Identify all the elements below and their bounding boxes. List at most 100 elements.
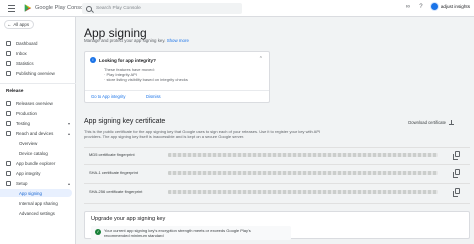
download-icon	[449, 120, 454, 125]
statistics-icon	[6, 60, 11, 66]
notice-body: These features have moved: · Play Integr…	[104, 67, 188, 83]
bundle-icon	[6, 160, 11, 166]
sidebar-item-label: Internal app sharing	[19, 200, 58, 206]
chevron-down-icon: ▾	[67, 120, 70, 126]
help-icon[interactable]: ?	[417, 3, 425, 11]
sidebar-item-label: Statistics	[16, 60, 34, 66]
inbox-icon	[6, 50, 11, 56]
dashboard-icon	[6, 40, 11, 46]
dismiss-button[interactable]: Dismiss	[146, 94, 161, 99]
sidebar-item-app-signing[interactable]: App signing	[0, 189, 72, 197]
account-switcher[interactable]: adjust insights	[429, 2, 470, 11]
releases-icon	[6, 100, 11, 106]
redacted-value	[168, 190, 438, 194]
sidebar-item-testing[interactable]: Testing ▾	[0, 119, 74, 127]
download-certificate-label: Download certificate	[408, 120, 446, 125]
back-arrow-icon: ←	[7, 22, 12, 27]
integrity-icon	[6, 170, 11, 176]
show-more-link[interactable]: Show more	[167, 38, 189, 43]
page-subtitle: Manage and protect your app signing key.…	[84, 38, 189, 43]
top-icons: ∞ ? adjust insights	[404, 2, 470, 11]
sidebar-item-label: Advanced settings	[19, 210, 55, 216]
sidebar-item-label: App integrity	[16, 170, 41, 176]
fingerprint-value[interactable]	[166, 150, 446, 160]
google-play-icon	[24, 4, 32, 12]
setup-icon	[6, 180, 11, 186]
fingerprint-label: MD5 certificate fingerprint	[89, 152, 135, 157]
copy-icon[interactable]	[453, 169, 460, 178]
upgrade-status-text: Your current app signing key's encryptio…	[104, 228, 251, 238]
sidebar-item-label: Overview	[19, 140, 38, 146]
fingerprint-value[interactable]	[166, 187, 446, 197]
upgrade-key-heading: Upgrade your app signing key	[91, 216, 166, 222]
row-divider	[84, 183, 470, 184]
sidebar-item-releases-overview[interactable]: Releases overview	[0, 99, 74, 107]
chevron-up-icon: ▴	[67, 180, 70, 186]
app-signing-key-heading: App signing key certificate	[84, 118, 166, 125]
sidebar-item-advanced-settings[interactable]: Advanced settings	[0, 209, 74, 217]
download-certificate-button[interactable]: Download certificate	[408, 120, 454, 125]
search-icon	[86, 5, 92, 12]
row-divider	[84, 203, 470, 204]
top-bar: Google Play Console Search Play Console …	[0, 0, 474, 17]
fingerprint-value[interactable]	[166, 168, 446, 178]
sidebar-item-setup[interactable]: Setup ▴	[0, 179, 74, 187]
avatar	[429, 2, 439, 11]
copy-icon[interactable]	[453, 188, 460, 197]
production-icon	[6, 110, 11, 116]
app-name: Google Play Console	[35, 5, 88, 11]
sidebar-item-label: Publishing overview	[16, 70, 55, 76]
upgrade-status-message: ✓ Your current app signing key's encrypt…	[91, 226, 291, 240]
copy-icon[interactable]	[453, 151, 460, 160]
account-name: adjust insights	[440, 4, 470, 9]
sidebar-item-overview[interactable]: Overview	[0, 139, 74, 147]
sidebar-item-inbox[interactable]: Inbox	[0, 49, 74, 57]
sidebar-item-label: Production	[16, 110, 37, 116]
notice-title: Looking for app integrity?	[99, 58, 156, 63]
sidebar-item-internal-app-sharing[interactable]: Internal app sharing	[0, 199, 74, 207]
all-apps-button[interactable]: ← All apps	[4, 20, 35, 29]
sha256-fingerprint-row: SHA-256 certificate fingerprint	[84, 185, 470, 199]
search-input[interactable]: Search Play Console	[82, 3, 242, 14]
sidebar-item-reach-and-devices[interactable]: Reach and devices ▴	[0, 129, 74, 137]
sidebar-item-production[interactable]: Production	[0, 109, 74, 117]
publishing-icon	[6, 70, 11, 76]
upgrade-key-card: Upgrade your app signing key ✓ Your curr…	[84, 211, 470, 240]
sidebar-item-label: Testing	[16, 120, 30, 126]
chevron-up-icon: ▴	[67, 130, 70, 136]
sidebar-item-label: Device catalog	[19, 150, 48, 156]
reach-icon	[6, 130, 11, 136]
info-icon: i	[90, 57, 96, 63]
redacted-value	[168, 171, 438, 175]
sidebar-item-label: Releases overview	[16, 100, 53, 106]
redacted-value	[168, 153, 438, 157]
sidebar-item-label: Setup	[16, 180, 28, 186]
sidebar: ← All apps Dashboard Inbox Statistics Pu…	[0, 17, 76, 244]
search-placeholder: Search Play Console	[96, 6, 141, 11]
go-to-app-integrity-link[interactable]: Go to App integrity	[91, 94, 125, 99]
sidebar-item-device-catalog[interactable]: Device catalog	[0, 149, 74, 157]
link-icon[interactable]: ∞	[404, 3, 412, 11]
page-subtitle-text: Manage and protect your app signing key.	[84, 38, 166, 43]
check-circle-icon: ✓	[95, 229, 101, 235]
sha1-fingerprint-row: SHA-1 certificate fingerprint	[84, 166, 470, 180]
sidebar-item-dashboard[interactable]: Dashboard	[0, 39, 74, 47]
menu-icon[interactable]	[4, 1, 18, 15]
fingerprint-label: SHA-256 certificate fingerprint	[89, 189, 143, 194]
sidebar-item-app-integrity[interactable]: App integrity	[0, 169, 74, 177]
md5-fingerprint-row: MD5 certificate fingerprint	[84, 148, 470, 162]
all-apps-label: All apps	[13, 22, 30, 27]
key-description: This is the public certificate for the a…	[84, 129, 464, 139]
play-console-logo[interactable]: Google Play Console	[24, 4, 88, 12]
notice-body-line: · store listing visibility based on inte…	[104, 77, 188, 83]
app-integrity-notice: i Looking for app integrity? ⌃ These fea…	[84, 51, 270, 103]
chevron-up-icon[interactable]: ⌃	[259, 56, 263, 62]
sidebar-item-label: Dashboard	[16, 40, 38, 46]
sidebar-item-statistics[interactable]: Statistics	[0, 59, 74, 67]
sidebar-item-label: Reach and devices	[16, 130, 54, 136]
sidebar-item-app-bundle-explorer[interactable]: App bundle explorer	[0, 159, 74, 167]
sidebar-section-release: Release	[6, 88, 24, 93]
sidebar-item-label: Inbox	[16, 50, 27, 56]
notice-divider	[85, 90, 269, 91]
sidebar-item-publishing-overview[interactable]: Publishing overview	[0, 69, 74, 77]
